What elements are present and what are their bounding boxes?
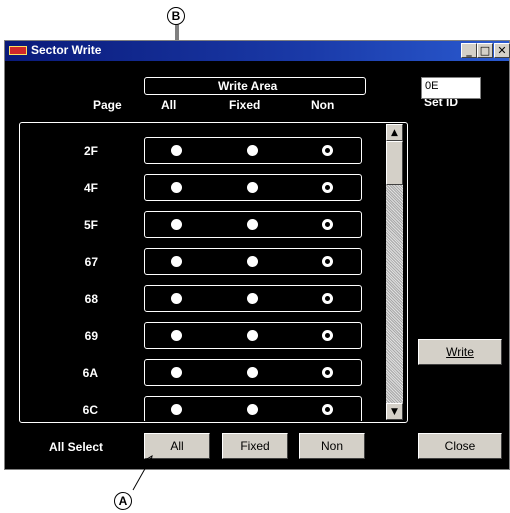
radio-non[interactable]	[322, 404, 333, 415]
radio-non[interactable]	[322, 293, 333, 304]
radio-fixed[interactable]	[247, 145, 258, 156]
radio-all[interactable]	[171, 256, 182, 267]
scroll-down-arrow-icon: ▼	[391, 406, 398, 417]
radio-all[interactable]	[171, 145, 182, 156]
radio-all[interactable]	[171, 404, 182, 415]
radio-all[interactable]	[171, 219, 182, 230]
radio-all[interactable]	[171, 330, 182, 341]
page-row-label: 69	[84, 329, 98, 343]
radio-fixed[interactable]	[247, 182, 258, 193]
all-select-label: All Select	[49, 440, 104, 454]
radio-non[interactable]	[322, 367, 333, 378]
scroll-up-arrow-icon: ▲	[391, 127, 398, 138]
select-fixed-button[interactable]: Fixed	[222, 433, 288, 459]
radio-fixed[interactable]	[247, 367, 258, 378]
page-row-label: 4F	[83, 181, 98, 195]
select-non-button[interactable]: Non	[299, 433, 365, 459]
page-row-label: 2F	[83, 144, 98, 158]
write-button-label: Write	[446, 345, 474, 359]
page-row-label: 67	[84, 255, 98, 269]
radio-fixed[interactable]	[247, 404, 258, 415]
radio-non[interactable]	[322, 219, 333, 230]
page-list-scrollbar[interactable]: ▲ ▼	[386, 124, 403, 420]
radio-all[interactable]	[171, 182, 182, 193]
select-all-button-label: All	[170, 439, 184, 453]
select-non-button-label: Non	[320, 439, 343, 453]
callout-a-marker: A	[114, 492, 132, 510]
close-button[interactable]: Close	[418, 433, 502, 459]
radio-non[interactable]	[322, 145, 333, 156]
select-fixed-button-label: Fixed	[240, 439, 270, 453]
page-row-label: 68	[84, 292, 98, 306]
page-row-label: 6A	[82, 366, 98, 380]
radio-non[interactable]	[322, 330, 333, 341]
radio-non[interactable]	[322, 182, 333, 193]
radio-all[interactable]	[171, 367, 182, 378]
scroll-down-button[interactable]: ▼	[386, 403, 403, 420]
callout-a-text: A	[118, 494, 128, 508]
callout-a-arrow	[132, 455, 153, 491]
scroll-up-button[interactable]: ▲	[386, 124, 403, 141]
page-row-label: 5F	[83, 218, 98, 232]
radio-fixed[interactable]	[247, 256, 258, 267]
page-row-label: 6C	[82, 403, 98, 417]
close-button-label: Close	[444, 439, 476, 453]
radio-fixed[interactable]	[247, 293, 258, 304]
radio-fixed[interactable]	[247, 219, 258, 230]
radio-fixed[interactable]	[247, 330, 258, 341]
write-button[interactable]: Write	[418, 339, 502, 365]
scroll-thumb[interactable]	[386, 141, 403, 185]
radio-all[interactable]	[171, 293, 182, 304]
radio-non[interactable]	[322, 256, 333, 267]
